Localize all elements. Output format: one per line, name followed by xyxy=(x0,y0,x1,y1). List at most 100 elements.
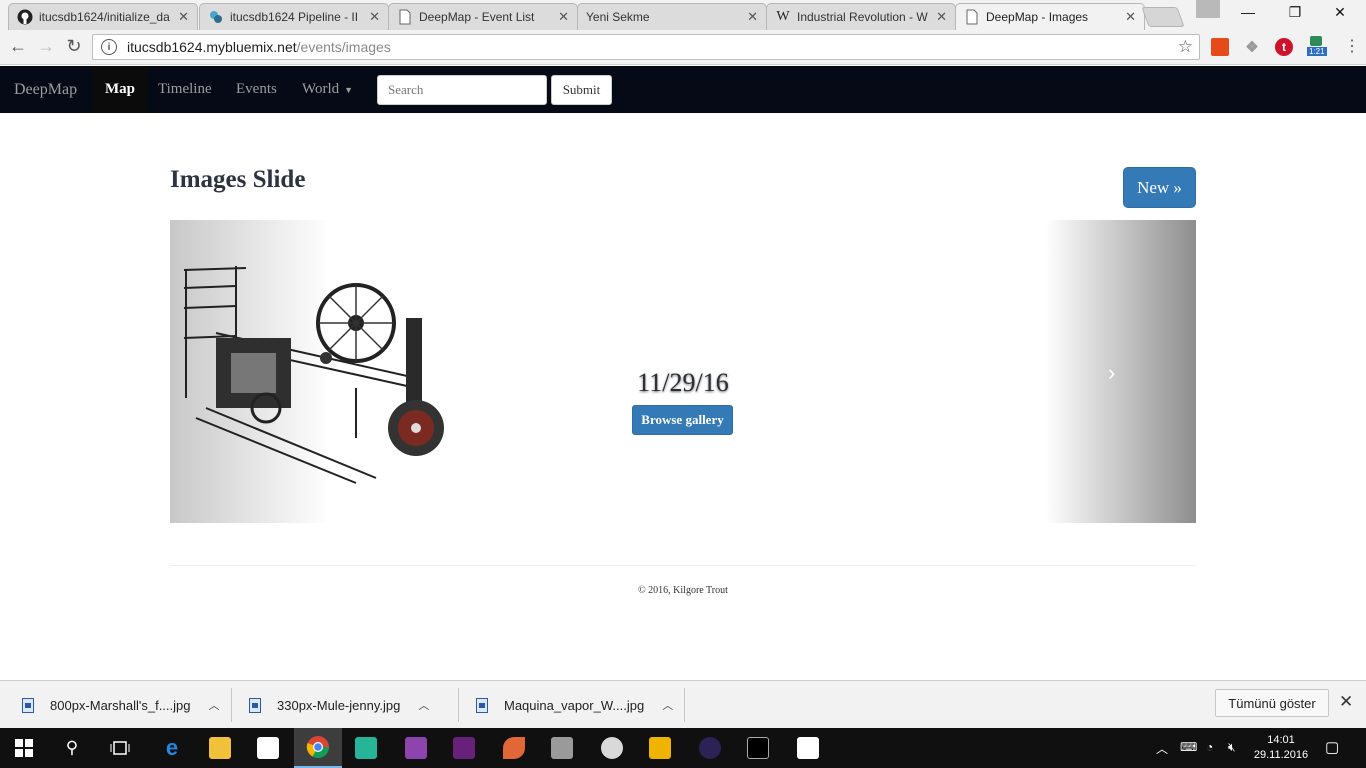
info-icon[interactable]: i xyxy=(101,39,117,55)
app-gallery-icon[interactable] xyxy=(392,728,440,768)
footer-text: © 2016, Kilgore Trout xyxy=(638,585,728,596)
tab-label: Yeni Sekme xyxy=(586,10,650,24)
reload-icon[interactable]: ↻ xyxy=(62,36,86,57)
new-tab-button[interactable] xyxy=(1141,7,1185,27)
menu-icon[interactable]: ⋮ xyxy=(1340,36,1364,56)
clock-time: 14:01 xyxy=(1267,734,1295,746)
github-icon xyxy=(17,9,33,25)
tab-images[interactable]: DeepMap - Images ✕ xyxy=(955,3,1145,30)
tab-label: itucsdb1624 Pipeline - II xyxy=(230,10,359,24)
visual-studio-icon[interactable] xyxy=(440,728,488,768)
divider xyxy=(458,688,459,722)
tab-label: Industrial Revolution - W xyxy=(797,10,928,24)
browse-gallery-button[interactable]: Browse gallery xyxy=(632,405,733,435)
chevron-up-icon[interactable]: ︿ xyxy=(662,697,673,713)
browser-toolbar: ← → ↻ i itucsdb1624.mybluemix.net/events… xyxy=(0,30,1366,65)
close-icon[interactable]: ✕ xyxy=(178,9,189,25)
notifications-icon[interactable]: ▢ xyxy=(1325,738,1339,756)
site-brand[interactable]: DeepMap xyxy=(14,81,77,99)
tab-pipeline[interactable]: itucsdb1624 Pipeline - II ✕ xyxy=(199,3,389,30)
divider xyxy=(684,688,685,722)
tab-event-list[interactable]: DeepMap - Event List ✕ xyxy=(388,3,578,30)
bluemix-icon xyxy=(208,9,224,25)
download-bar: 800px-Marshall's_f....jpg ︿ 330px-Mule-j… xyxy=(0,680,1366,728)
app-plus-icon[interactable] xyxy=(342,728,390,768)
taskbar: ⚲ e ︿ ⌨ ◔ 🔇︎ ▢ xyxy=(0,728,1366,768)
task-view-icon[interactable] xyxy=(96,728,144,768)
page-icon xyxy=(964,9,980,25)
close-icon[interactable]: ✕ xyxy=(558,9,569,25)
system-clock[interactable]: 14:01 29.11.2016 xyxy=(1253,733,1309,763)
site-navbar: DeepMap Map Timeline Events World ▼ xyxy=(0,66,1366,113)
restore-icon[interactable]: ❐ xyxy=(1275,4,1315,21)
matlab-icon[interactable] xyxy=(490,728,538,768)
sticky-app-icon[interactable] xyxy=(636,728,684,768)
profile-icon[interactable] xyxy=(1196,0,1220,18)
edge-icon[interactable]: e xyxy=(148,728,196,768)
chevron-up-icon[interactable]: ︿ xyxy=(1156,740,1168,757)
office-icon[interactable] xyxy=(1211,38,1229,56)
close-download-bar-icon[interactable]: ✕ xyxy=(1339,692,1353,712)
download-filename: Maquina_vapor_W....jpg xyxy=(504,697,645,713)
next-slide-icon[interactable]: › xyxy=(1108,360,1115,386)
chevron-up-icon[interactable]: ︿ xyxy=(418,697,429,713)
new-button[interactable]: New » xyxy=(1123,167,1196,208)
back-icon[interactable]: ← xyxy=(6,36,30,57)
download-item[interactable]: 330px-Mule-jenny.jpg ︿ xyxy=(249,681,429,729)
download-filename: 330px-Mule-jenny.jpg xyxy=(277,697,401,713)
store-icon[interactable] xyxy=(244,728,292,768)
download-item[interactable]: 800px-Marshall's_f....jpg ︿ xyxy=(22,681,220,729)
dropbox-icon[interactable]: ❖ xyxy=(1243,38,1261,56)
virtualbox-icon[interactable] xyxy=(538,728,586,768)
image-carousel: 11/29/16 Browse gallery › xyxy=(170,220,1196,523)
footer-divider xyxy=(170,565,1196,566)
forward-icon[interactable]: → xyxy=(34,36,58,57)
wifi-icon[interactable]: ◔ xyxy=(1206,740,1213,754)
tab-github[interactable]: itucsdb1624/initialize_da ✕ xyxy=(8,3,198,30)
tab-new-tab[interactable]: Yeni Sekme ✕ xyxy=(577,3,767,30)
start-icon[interactable] xyxy=(0,728,48,768)
tab-wikipedia[interactable]: W Industrial Revolution - W ✕ xyxy=(766,3,956,30)
close-icon[interactable]: ✕ xyxy=(1125,9,1136,25)
close-window-icon[interactable]: ✕ xyxy=(1320,4,1360,21)
url-host: itucsdb1624.mybluemix.net xyxy=(127,39,297,55)
photos-icon[interactable] xyxy=(784,728,832,768)
tab-label: DeepMap - Event List xyxy=(419,10,535,24)
clock-date: 29.11.2016 xyxy=(1253,749,1309,761)
search-icon[interactable]: ⚲ xyxy=(48,728,96,768)
chrome-icon[interactable] xyxy=(294,728,342,768)
show-all-downloads-button[interactable]: Tümünü göster xyxy=(1215,689,1329,717)
address-bar[interactable]: i itucsdb1624.mybluemix.net/events/image… xyxy=(92,34,1200,60)
search-input[interactable] xyxy=(377,75,547,105)
close-icon[interactable]: ✕ xyxy=(747,9,758,25)
download-filename: 800px-Marshall's_f....jpg xyxy=(50,697,191,713)
page-icon xyxy=(397,9,413,25)
nav-timeline[interactable]: Timeline xyxy=(145,66,225,113)
extension-t-icon[interactable]: t xyxy=(1275,38,1293,56)
extension-badge-icon[interactable]: 1:21 xyxy=(1307,36,1327,56)
command-prompt-icon[interactable] xyxy=(734,728,782,768)
bookmark-star-icon[interactable]: ☆ xyxy=(1178,37,1193,57)
submit-button[interactable]: Submit xyxy=(551,75,612,105)
volume-muted-icon[interactable]: 🔇︎ xyxy=(1228,740,1236,755)
download-item[interactable]: Maquina_vapor_W....jpg ︿ xyxy=(476,681,673,729)
nav-world-label: World xyxy=(302,81,340,97)
wikipedia-icon: W xyxy=(776,9,790,24)
keyboard-icon[interactable]: ⌨ xyxy=(1180,740,1197,754)
browser-tab-strip: itucsdb1624/initialize_da ✕ itucsdb1624 … xyxy=(0,0,1366,30)
close-icon[interactable]: ✕ xyxy=(936,9,947,25)
chevron-up-icon[interactable]: ︿ xyxy=(209,697,220,713)
image-file-icon xyxy=(249,697,261,713)
slide-caption: 11/29/16 xyxy=(637,368,729,397)
nav-world-dropdown[interactable]: World ▼ xyxy=(289,66,366,113)
paint-icon[interactable] xyxy=(588,728,636,768)
eclipse-icon[interactable] xyxy=(686,728,734,768)
minimize-icon[interactable]: — xyxy=(1228,4,1268,20)
caret-down-icon: ▼ xyxy=(344,84,354,95)
image-file-icon xyxy=(476,697,488,713)
file-explorer-icon[interactable] xyxy=(196,728,244,768)
nav-events[interactable]: Events xyxy=(223,66,290,113)
close-icon[interactable]: ✕ xyxy=(369,9,380,25)
page-title: Images Slide xyxy=(170,166,306,193)
nav-map[interactable]: Map xyxy=(92,66,148,113)
